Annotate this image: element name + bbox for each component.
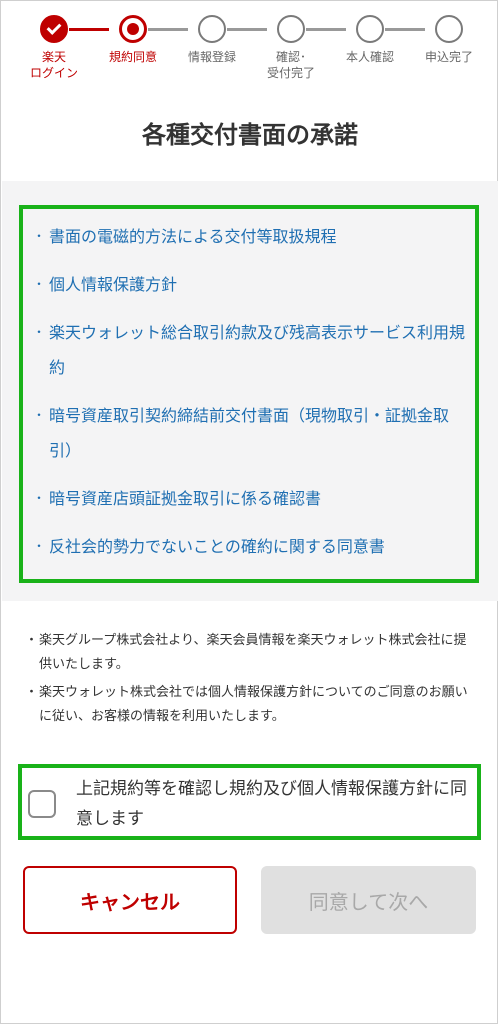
- step-label: 情報登録: [187, 50, 236, 64]
- documents-list-box: ・書面の電磁的方法による交付等取扱規程 ・個人情報保護方針 ・楽天ウォレット総合…: [19, 205, 479, 583]
- agree-checkbox[interactable]: [28, 790, 56, 818]
- document-link[interactable]: ・反社会的勢力でないことの確約に関する同意書: [33, 529, 469, 564]
- page-title: 各種交付書面の承諾: [142, 121, 358, 149]
- cancel-button[interactable]: キャンセル: [23, 866, 237, 934]
- step-label: 確認･ 受付完了: [266, 50, 315, 80]
- document-link[interactable]: ・書面の電磁的方法による交付等取扱規程: [33, 219, 469, 254]
- step-rakuten-login: 楽天 ログイン: [19, 13, 89, 81]
- step-confirmation: 確認･ 受付完了: [256, 13, 326, 81]
- step-label: 申込完了: [424, 50, 473, 64]
- screen-frame: 楽天 ログイン 規約同意 情報登録 確認･ 受付完了 本人確認 申込完了 各種交…: [0, 0, 498, 1024]
- agree-label[interactable]: 上記規約等を確認し規約及び個人情報保護方針に同意します: [76, 774, 471, 834]
- notes-list: ・楽天グループ株式会社より、楽天会員情報を楽天ウォレット株式会社に提供いたします…: [25, 629, 475, 733]
- pending-step-icon: [356, 15, 384, 43]
- documents-list: ・書面の電磁的方法による交付等取扱規程 ・個人情報保護方針 ・楽天ウォレット総合…: [23, 209, 475, 564]
- step-label: 楽天 ログイン: [29, 50, 78, 80]
- step-info-registration: 情報登録: [177, 13, 247, 65]
- note-item: ・楽天グループ株式会社より、楽天会員情報を楽天ウォレット株式会社に提供いたします…: [25, 633, 467, 672]
- agree-next-button: 同意して次へ: [261, 866, 476, 934]
- note-item: ・楽天ウォレット株式会社では個人情報保護方針についてのご同意のお願いに従い、お客…: [25, 685, 468, 724]
- document-link[interactable]: ・楽天ウォレット総合取引約款及び残高表示サービス利用規約: [33, 315, 469, 385]
- agreement-area: 上記規約等を確認し規約及び個人情報保護方針に同意します: [18, 764, 481, 840]
- step-terms-agreement: 規約同意: [98, 13, 168, 65]
- document-link[interactable]: ・暗号資産店頭証拠金取引に係る確認書: [33, 481, 469, 516]
- step-identity-verification: 本人確認: [335, 13, 405, 65]
- document-link[interactable]: ・暗号資産取引契約締結前交付書面（現物取引・証拠金取引）: [33, 398, 469, 468]
- step-label: 規約同意: [108, 50, 157, 64]
- pending-step-icon: [277, 15, 305, 43]
- current-step-icon: [119, 15, 147, 43]
- check-icon: [40, 15, 68, 43]
- progress-stepper: 楽天 ログイン 規約同意 情報登録 確認･ 受付完了 本人確認 申込完了: [1, 13, 498, 93]
- document-link[interactable]: ・個人情報保護方針: [33, 267, 469, 302]
- pending-step-icon: [198, 15, 226, 43]
- step-label: 本人確認: [345, 50, 394, 64]
- pending-step-icon: [435, 15, 463, 43]
- step-application-complete: 申込完了: [414, 13, 484, 65]
